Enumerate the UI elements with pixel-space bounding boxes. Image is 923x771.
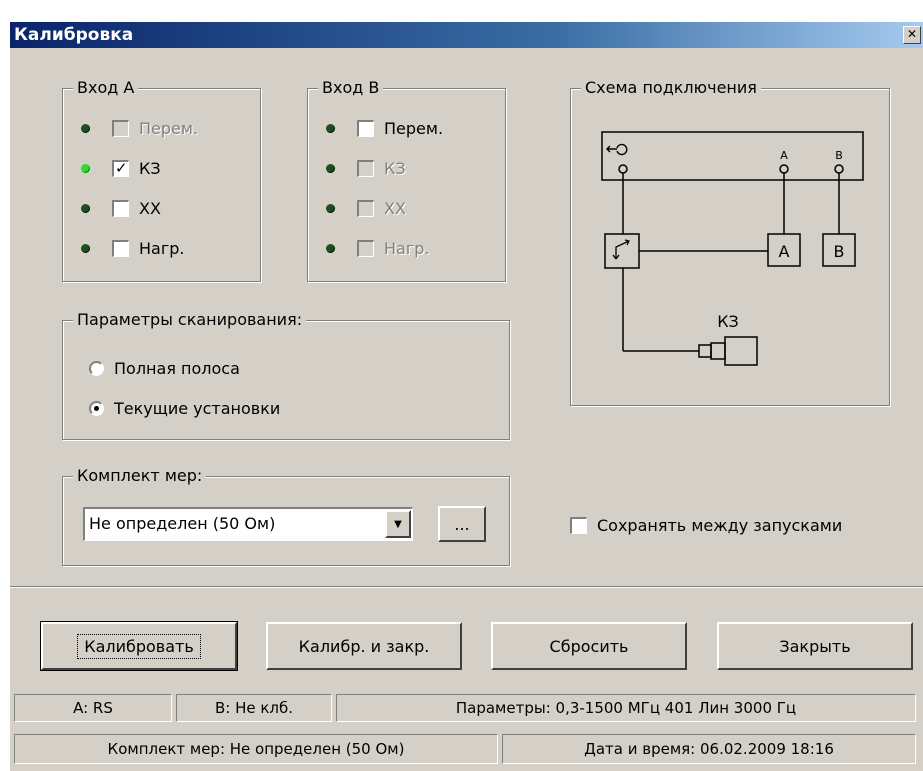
analyzer-block — [601, 131, 864, 181]
status-led-icon — [326, 243, 335, 253]
checkbox-label: Нагр. — [384, 238, 430, 258]
kit-browse-button[interactable]: ... — [438, 506, 486, 542]
input-b-item[interactable]: Перем. — [326, 117, 443, 139]
kit-title: Комплект мер: — [73, 466, 207, 485]
input-a-title: Вход A — [73, 78, 139, 97]
status-kit: Комплект мер: Не определен (50 Ом) — [14, 734, 498, 764]
checkbox-label: ХХ — [384, 198, 406, 218]
checkbox-label: Перем. — [384, 118, 444, 138]
output-port-icon — [618, 164, 628, 174]
status-led-icon — [81, 123, 90, 133]
port-a-icon — [779, 164, 789, 174]
status-input-b: B: Не клб. — [176, 694, 332, 722]
checkbox[interactable] — [112, 239, 129, 257]
checkbox — [357, 239, 374, 257]
input-a-item: Перем. — [81, 117, 198, 139]
kit-dropdown-button[interactable]: ▼ — [385, 510, 411, 538]
checkbox[interactable] — [357, 119, 374, 137]
calibrate-close-button[interactable]: Калибр. и закр. — [266, 622, 462, 670]
status-led-icon — [326, 123, 335, 133]
input-a-item[interactable]: Нагр. — [81, 237, 184, 259]
port-a-label: A — [780, 149, 788, 162]
input-a-item[interactable]: ✓ КЗ — [81, 157, 161, 179]
status-params: Параметры: 0,3-1500 МГц 401 Лин 3000 Гц — [336, 694, 916, 722]
load-label: КЗ — [717, 312, 739, 331]
calibrate-button[interactable]: Калибровать — [40, 621, 238, 671]
close-window-icon[interactable]: ✕ — [903, 26, 921, 44]
status-led-icon — [326, 203, 335, 213]
status-led-icon — [81, 243, 90, 253]
connection-diagram: A B A B КЗ — [601, 131, 864, 366]
checkbox-label: ХХ — [139, 198, 161, 218]
calibrate-button-label: Калибровать — [77, 633, 201, 659]
checkbox-label: Нагр. — [139, 238, 185, 258]
status-led-icon — [326, 163, 335, 173]
status-datetime: Дата и время: 06.02.2009 18:16 — [502, 734, 916, 764]
window-title: Калибровка — [14, 25, 134, 45]
kit-group: Комплект мер: Не определен (50 Ом) ▼ ... — [62, 466, 510, 566]
radio-current-settings[interactable]: Текущие установки — [89, 397, 280, 419]
reset-button[interactable]: Сбросить — [491, 622, 687, 670]
checkbox[interactable]: ✓ — [112, 158, 129, 177]
kit-selected-value: Не определен (50 Ом) — [89, 514, 276, 533]
checkbox-label: КЗ — [139, 158, 161, 178]
port-b-label: B — [835, 149, 843, 162]
save-between-runs[interactable]: Сохранять между запусками — [570, 514, 842, 536]
connection-scheme-group: Схема подключения A B A B КЗ — [570, 78, 890, 406]
input-b-group: Вход B Перем. КЗ ХХ Нагр. — [307, 78, 506, 282]
directional-coupler-icon — [604, 233, 640, 269]
close-button[interactable]: Закрыть — [717, 622, 913, 670]
save-between-runs-checkbox[interactable] — [570, 516, 587, 534]
port-b-icon — [834, 164, 844, 174]
radio-selected-dot — [94, 405, 99, 411]
kit-select[interactable]: Не определен (50 Ом) ▼ — [83, 507, 413, 541]
input-a-item[interactable]: ХХ — [81, 197, 161, 219]
checkbox-label: Перем. — [139, 118, 199, 138]
radio-current-settings-button[interactable] — [89, 400, 104, 416]
box-b-label: B — [834, 242, 845, 261]
status-led-icon — [81, 163, 90, 173]
signal-out-icon — [606, 143, 628, 156]
radio-full-band-button[interactable] — [89, 360, 104, 376]
checkbox-label: КЗ — [384, 158, 406, 178]
separator — [10, 586, 923, 588]
save-between-runs-label: Сохранять между запусками — [597, 515, 843, 535]
input-b-item: Нагр. — [326, 237, 429, 259]
input-b-title: Вход B — [318, 78, 384, 97]
radio-full-band[interactable]: Полная полоса — [89, 357, 240, 379]
radio-current-settings-label: Текущие установки — [114, 398, 281, 418]
status-led-icon — [81, 203, 90, 213]
short-connector-icon — [698, 344, 712, 358]
radio-full-band-label: Полная полоса — [114, 358, 240, 378]
input-b-item: ХХ — [326, 197, 406, 219]
box-a-label: A — [779, 242, 790, 261]
input-a-group: Вход A Перем. ✓ КЗ ХХ Нагр. — [62, 78, 261, 282]
status-input-a: A: RS — [14, 694, 172, 722]
scan-params-group: Параметры сканирования: Полная полоса Те… — [62, 310, 510, 440]
scan-params-title: Параметры сканирования: — [73, 310, 307, 329]
checkbox — [112, 119, 129, 137]
checkbox[interactable] — [112, 199, 129, 217]
check-icon: ✓ — [115, 158, 128, 177]
title-bar: Калибровка ✕ — [10, 22, 923, 48]
dialog-body: Вход A Перем. ✓ КЗ ХХ Нагр. Вход B Перем. КЗ Х… — [10, 48, 923, 771]
checkbox — [357, 159, 374, 177]
input-b-item: КЗ — [326, 157, 406, 179]
checkbox — [357, 199, 374, 217]
chevron-down-icon: ▼ — [394, 518, 402, 530]
